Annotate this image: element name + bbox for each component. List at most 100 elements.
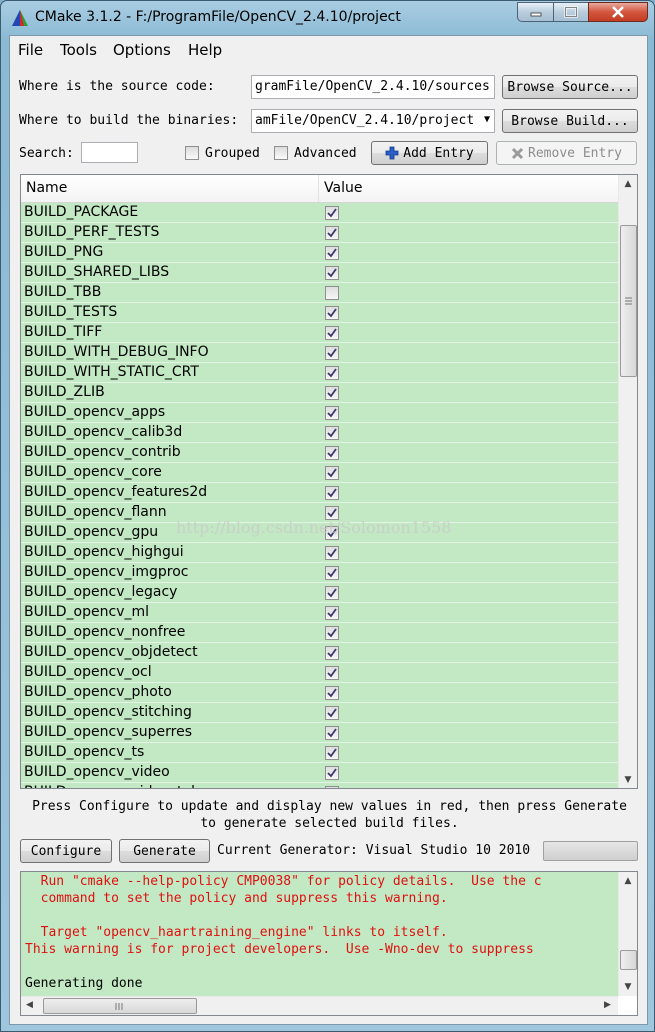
entry-value-checkbox[interactable]: [325, 366, 339, 380]
entry-value-checkbox[interactable]: [325, 666, 339, 680]
scroll-up-icon[interactable]: ▲: [623, 179, 633, 189]
table-row[interactable]: BUILD_PNG: [21, 243, 618, 263]
table-row[interactable]: BUILD_WITH_STATIC_CRT: [21, 363, 618, 383]
table-row[interactable]: BUILD_opencv_nonfree: [21, 623, 618, 643]
entry-value-checkbox[interactable]: [325, 786, 339, 788]
browse-build-button[interactable]: Browse Build...: [502, 109, 638, 133]
table-row[interactable]: BUILD_opencv_core: [21, 463, 618, 483]
table-vertical-scrollbar[interactable]: ▲ ▼: [618, 175, 637, 788]
entry-value-checkbox[interactable]: [325, 346, 339, 360]
entry-value-checkbox[interactable]: [325, 266, 339, 280]
table-row[interactable]: BUILD_opencv_legacy: [21, 583, 618, 603]
entry-value-checkbox[interactable]: [325, 486, 339, 500]
output-line: Generating done: [25, 976, 143, 991]
table-row[interactable]: BUILD_PACKAGE: [21, 203, 618, 223]
table-row[interactable]: BUILD_opencv_ts: [21, 743, 618, 763]
output-log[interactable]: Run "cmake --help-policy CMP0038" for po…: [20, 871, 638, 1016]
entry-value-checkbox[interactable]: [325, 766, 339, 780]
scroll-down-icon[interactable]: ▼: [623, 982, 633, 992]
table-row[interactable]: BUILD_opencv_imgproc: [21, 563, 618, 583]
entry-value-checkbox[interactable]: [325, 386, 339, 400]
table-row[interactable]: BUILD_opencv_stitching: [21, 703, 618, 723]
entry-value-checkbox[interactable]: [325, 466, 339, 480]
scroll-up-icon[interactable]: ▲: [623, 876, 633, 886]
output-hscroll-thumb[interactable]: [43, 998, 197, 1014]
column-header-name[interactable]: Name: [26, 180, 67, 196]
close-button[interactable]: [588, 2, 648, 22]
table-row[interactable]: BUILD_TIFF: [21, 323, 618, 343]
scroll-down-icon[interactable]: ▼: [623, 775, 633, 785]
add-entry-button[interactable]: Add Entry: [371, 141, 488, 165]
browse-source-button[interactable]: Browse Source...: [502, 75, 638, 99]
table-row[interactable]: BUILD_opencv_superres: [21, 723, 618, 743]
table-row[interactable]: BUILD_opencv_video: [21, 763, 618, 783]
title-bar[interactable]: CMake 3.1.2 - F:/ProgramFile/OpenCV_2.4.…: [1, 1, 654, 35]
chevron-down-icon[interactable]: ▼: [484, 112, 490, 128]
table-row[interactable]: BUILD_opencv_highgui: [21, 543, 618, 563]
table-row[interactable]: BUILD_opencv_contrib: [21, 443, 618, 463]
source-path-field[interactable]: gramFile/OpenCV_2.4.10/sources: [251, 75, 495, 99]
entry-value-checkbox[interactable]: [325, 726, 339, 740]
checkmark-icon: [327, 708, 337, 718]
entry-value-checkbox[interactable]: [325, 546, 339, 560]
output-horizontal-scrollbar[interactable]: ◀ ▶: [21, 996, 618, 1015]
menu-tools[interactable]: Tools: [60, 41, 97, 59]
entry-value-checkbox[interactable]: [325, 606, 339, 620]
checkmark-icon: [327, 428, 337, 438]
table-row[interactable]: BUILD_opencv_calib3d: [21, 423, 618, 443]
advanced-checkbox[interactable]: [274, 146, 288, 160]
entry-value-checkbox[interactable]: [325, 306, 339, 320]
scroll-right-icon[interactable]: ▶: [604, 1000, 611, 1010]
table-row[interactable]: BUILD_opencv_apps: [21, 403, 618, 423]
scroll-thumb[interactable]: [620, 225, 637, 377]
generate-button[interactable]: Generate: [119, 839, 210, 863]
table-row[interactable]: BUILD_opencv_ml: [21, 603, 618, 623]
current-generator-text: Current Generator: Visual Studio 10 2010: [217, 843, 531, 858]
entry-value-checkbox[interactable]: [325, 706, 339, 720]
entry-value-checkbox[interactable]: [325, 626, 339, 640]
column-header-value[interactable]: Value: [324, 180, 362, 196]
table-row[interactable]: BUILD_opencv_features2d: [21, 483, 618, 503]
entry-value-checkbox[interactable]: [325, 246, 339, 260]
entry-value-checkbox[interactable]: [325, 426, 339, 440]
entry-value-checkbox[interactable]: [325, 746, 339, 760]
table-row[interactable]: BUILD_opencv_objdetect: [21, 643, 618, 663]
entry-value-checkbox[interactable]: [325, 586, 339, 600]
entry-value-checkbox[interactable]: [325, 566, 339, 580]
entry-value-checkbox[interactable]: [325, 206, 339, 220]
output-scroll-thumb[interactable]: [620, 950, 637, 970]
table-row[interactable]: BUILD_TESTS: [21, 303, 618, 323]
table-row[interactable]: BUILD_WITH_DEBUG_INFO: [21, 343, 618, 363]
table-row[interactable]: BUILD_opencv_ocl: [21, 663, 618, 683]
entry-value-checkbox[interactable]: [325, 326, 339, 340]
table-row[interactable]: BUILD_opencv_photo: [21, 683, 618, 703]
menu-help[interactable]: Help: [188, 41, 222, 59]
table-row[interactable]: BUILD_TBB: [21, 283, 618, 303]
table-row[interactable]: BUILD_ZLIB: [21, 383, 618, 403]
entry-value-checkbox[interactable]: [325, 686, 339, 700]
table-row[interactable]: BUILD_PERF_TESTS: [21, 223, 618, 243]
entry-value-checkbox[interactable]: [325, 646, 339, 660]
entry-value-checkbox[interactable]: [325, 406, 339, 420]
minimize-button[interactable]: [517, 2, 554, 22]
scroll-left-icon[interactable]: ◀: [26, 1000, 33, 1010]
build-path-combobox[interactable]: amFile/OpenCV_2.4.10/project ▼: [251, 109, 495, 133]
entry-value-checkbox[interactable]: [325, 286, 339, 300]
maximize-button[interactable]: [553, 2, 589, 22]
menu-options[interactable]: Options: [113, 41, 171, 59]
column-divider[interactable]: [318, 175, 319, 202]
output-vertical-scrollbar[interactable]: ▲ ▼: [618, 872, 637, 996]
checkmark-icon: [327, 648, 337, 658]
search-input[interactable]: [81, 142, 138, 163]
grouped-checkbox[interactable]: [185, 146, 199, 160]
menu-file[interactable]: File: [18, 41, 43, 59]
remove-entry-button[interactable]: Remove Entry: [496, 141, 637, 165]
entry-name: BUILD_opencv_apps: [24, 404, 166, 420]
entry-value-checkbox[interactable]: [325, 446, 339, 460]
table-row[interactable]: BUILD_SHARED_LIBS: [21, 263, 618, 283]
entry-value-checkbox[interactable]: [325, 226, 339, 240]
configure-button[interactable]: Configure: [20, 839, 112, 863]
checkmark-icon: [327, 408, 337, 418]
table-row[interactable]: BUILD_opencv_videostab: [21, 783, 618, 788]
checkmark-icon: [327, 208, 337, 218]
